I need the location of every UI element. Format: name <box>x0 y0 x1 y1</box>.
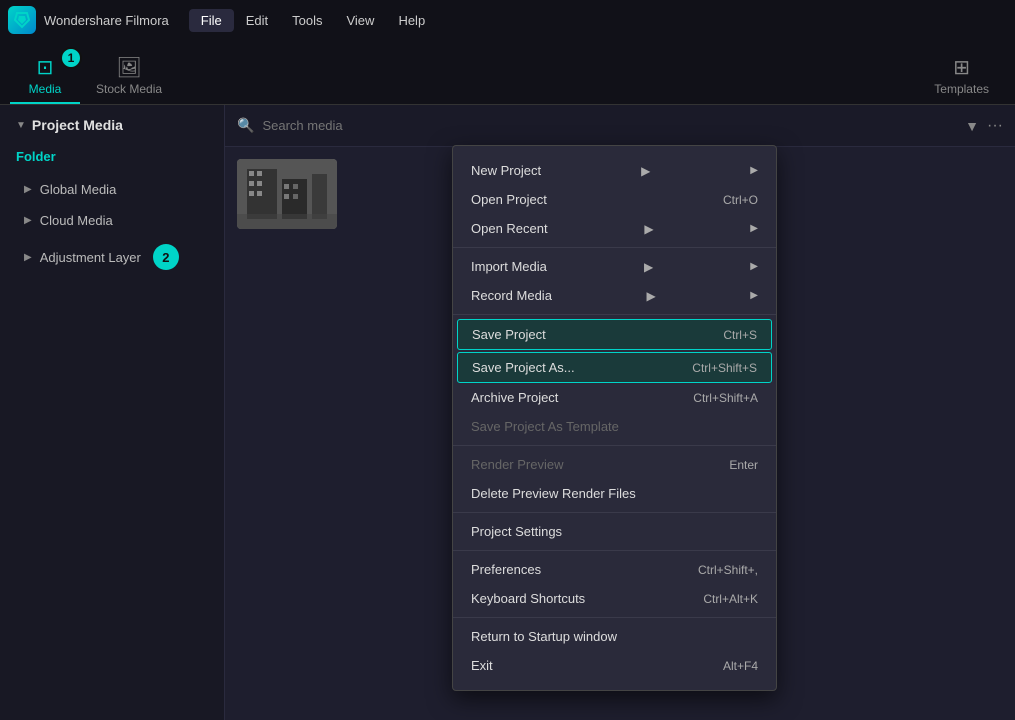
dropdown-section-import: Import Media ▶ Record Media ▶ <box>453 248 776 315</box>
render-preview-label: Render Preview <box>471 457 564 472</box>
tab-stock-media[interactable]: 🖼 Stock Media <box>80 49 178 104</box>
sidebar-expand-arrow-3: ▶ <box>24 252 32 263</box>
save-project-shortcut: Ctrl+S <box>723 328 757 342</box>
media-icon: ⊡ <box>37 55 54 80</box>
menu-archive-project[interactable]: Archive Project Ctrl+Shift+A <box>453 383 776 412</box>
dropdown-section-save: Save Project Ctrl+S Save Project As... C… <box>453 315 776 446</box>
main-panel: 🔍 ▼ ··· <box>225 105 1015 720</box>
project-settings-label: Project Settings <box>471 524 562 539</box>
preferences-shortcut: Ctrl+Shift+, <box>698 563 758 577</box>
sidebar-item-cloud-media[interactable]: ▶ Cloud Media <box>0 205 224 236</box>
menu-new-project[interactable]: New Project ▶ <box>453 156 776 185</box>
save-project-label: Save Project <box>472 327 546 342</box>
open-recent-label: Open Recent <box>471 221 548 236</box>
import-media-label: Import Media <box>471 259 547 274</box>
app-logo <box>8 6 36 34</box>
tab-templates[interactable]: ⊞ Templates <box>918 49 1005 104</box>
dropdown-section-preferences: Preferences Ctrl+Shift+, Keyboard Shortc… <box>453 551 776 618</box>
collapse-arrow[interactable]: ▼ <box>16 120 26 131</box>
return-startup-label: Return to Startup window <box>471 629 617 644</box>
archive-project-shortcut: Ctrl+Shift+A <box>693 391 758 405</box>
project-media-header: ▼ Project Media <box>0 105 224 145</box>
menu-file[interactable]: File <box>189 9 234 32</box>
title-bar: Wondershare Filmora File Edit Tools View… <box>0 0 1015 40</box>
sidebar: ▼ Project Media Folder ▶ Global Media ▶ … <box>0 105 225 720</box>
cloud-media-label: Cloud Media <box>40 213 113 228</box>
preferences-label: Preferences <box>471 562 541 577</box>
menu-save-project[interactable]: Save Project Ctrl+S <box>457 319 772 350</box>
global-media-label: Global Media <box>40 182 117 197</box>
menu-delete-preview[interactable]: Delete Preview Render Files <box>453 479 776 508</box>
keyboard-shortcuts-label: Keyboard Shortcuts <box>471 591 585 606</box>
dropdown-section-exit: Return to Startup window Exit Alt+F4 <box>453 618 776 684</box>
folder-label[interactable]: Folder <box>0 145 224 174</box>
sidebar-item-global-media[interactable]: ▶ Global Media <box>0 174 224 205</box>
templates-icon: ⊞ <box>953 55 970 80</box>
menu-record-media[interactable]: Record Media ▶ <box>453 281 776 310</box>
exit-shortcut: Alt+F4 <box>723 659 758 673</box>
search-icon: 🔍 <box>237 117 254 134</box>
open-project-label: Open Project <box>471 192 547 207</box>
menu-import-media[interactable]: Import Media ▶ <box>453 252 776 281</box>
menu-save-as-template: Save Project As Template <box>453 412 776 441</box>
menu-return-startup[interactable]: Return to Startup window <box>453 622 776 651</box>
tab-media[interactable]: 1 ⊡ Media <box>10 49 80 104</box>
render-preview-shortcut: Enter <box>729 458 758 472</box>
media-thumbnail-building[interactable] <box>237 159 337 229</box>
open-project-shortcut: Ctrl+O <box>723 193 758 207</box>
submenu-arrow-4: ▶ <box>647 289 656 303</box>
sidebar-expand-arrow-2: ▶ <box>24 215 32 226</box>
sidebar-header-label: Project Media <box>32 117 123 133</box>
menu-open-project[interactable]: Open Project Ctrl+O <box>453 185 776 214</box>
archive-project-label: Archive Project <box>471 390 558 405</box>
file-menu-dropdown: New Project ▶ Open Project Ctrl+O Open R… <box>452 145 777 691</box>
submenu-arrow-2: ▶ <box>644 222 653 236</box>
content-area: ▼ Project Media Folder ▶ Global Media ▶ … <box>0 105 1015 720</box>
menu-exit[interactable]: Exit Alt+F4 <box>453 651 776 680</box>
menu-help[interactable]: Help <box>386 9 437 32</box>
save-project-as-shortcut: Ctrl+Shift+S <box>692 361 757 375</box>
menu-bar: File Edit Tools View Help <box>189 9 437 32</box>
badge-2: 2 <box>153 244 179 270</box>
save-project-as-label: Save Project As... <box>472 360 575 375</box>
stock-media-icon: 🖼 <box>116 55 141 80</box>
save-template-label: Save Project As Template <box>471 419 619 434</box>
search-bar: 🔍 ▼ ··· <box>225 105 1015 147</box>
submenu-arrow-3: ▶ <box>644 260 653 274</box>
dropdown-section-render: Render Preview Enter Delete Preview Rend… <box>453 446 776 513</box>
menu-save-project-as[interactable]: Save Project As... Ctrl+Shift+S <box>457 352 772 383</box>
delete-preview-label: Delete Preview Render Files <box>471 486 636 501</box>
submenu-arrow: ▶ <box>641 164 650 178</box>
exit-label: Exit <box>471 658 493 673</box>
menu-project-settings[interactable]: Project Settings <box>453 517 776 546</box>
menu-render-preview: Render Preview Enter <box>453 450 776 479</box>
filter-icon[interactable]: ▼ <box>965 118 979 134</box>
record-media-label: Record Media <box>471 288 552 303</box>
app-name: Wondershare Filmora <box>44 13 169 28</box>
dropdown-section-open: New Project ▶ Open Project Ctrl+O Open R… <box>453 152 776 248</box>
menu-edit[interactable]: Edit <box>234 9 280 32</box>
keyboard-shortcuts-shortcut: Ctrl+Alt+K <box>703 592 758 606</box>
menu-view[interactable]: View <box>334 9 386 32</box>
sidebar-item-adjustment-layer[interactable]: ▶ Adjustment Layer 2 <box>0 236 224 278</box>
menu-tools[interactable]: Tools <box>280 9 334 32</box>
tab-templates-label: Templates <box>934 82 989 96</box>
tab-media-label: Media <box>29 82 62 96</box>
search-input[interactable] <box>262 118 957 133</box>
more-options-icon[interactable]: ··· <box>987 117 1003 135</box>
sidebar-expand-arrow: ▶ <box>24 184 32 195</box>
menu-open-recent[interactable]: Open Recent ▶ <box>453 214 776 243</box>
tab-stock-media-label: Stock Media <box>96 82 162 96</box>
adjustment-layer-label: Adjustment Layer <box>40 250 141 265</box>
menu-keyboard-shortcuts[interactable]: Keyboard Shortcuts Ctrl+Alt+K <box>453 584 776 613</box>
badge-1: 1 <box>60 47 82 69</box>
tabs-bar: 1 ⊡ Media 🖼 Stock Media ⊞ Templates <box>0 40 1015 105</box>
new-project-label: New Project <box>471 163 541 178</box>
menu-preferences[interactable]: Preferences Ctrl+Shift+, <box>453 555 776 584</box>
dropdown-section-project-settings: Project Settings <box>453 513 776 551</box>
